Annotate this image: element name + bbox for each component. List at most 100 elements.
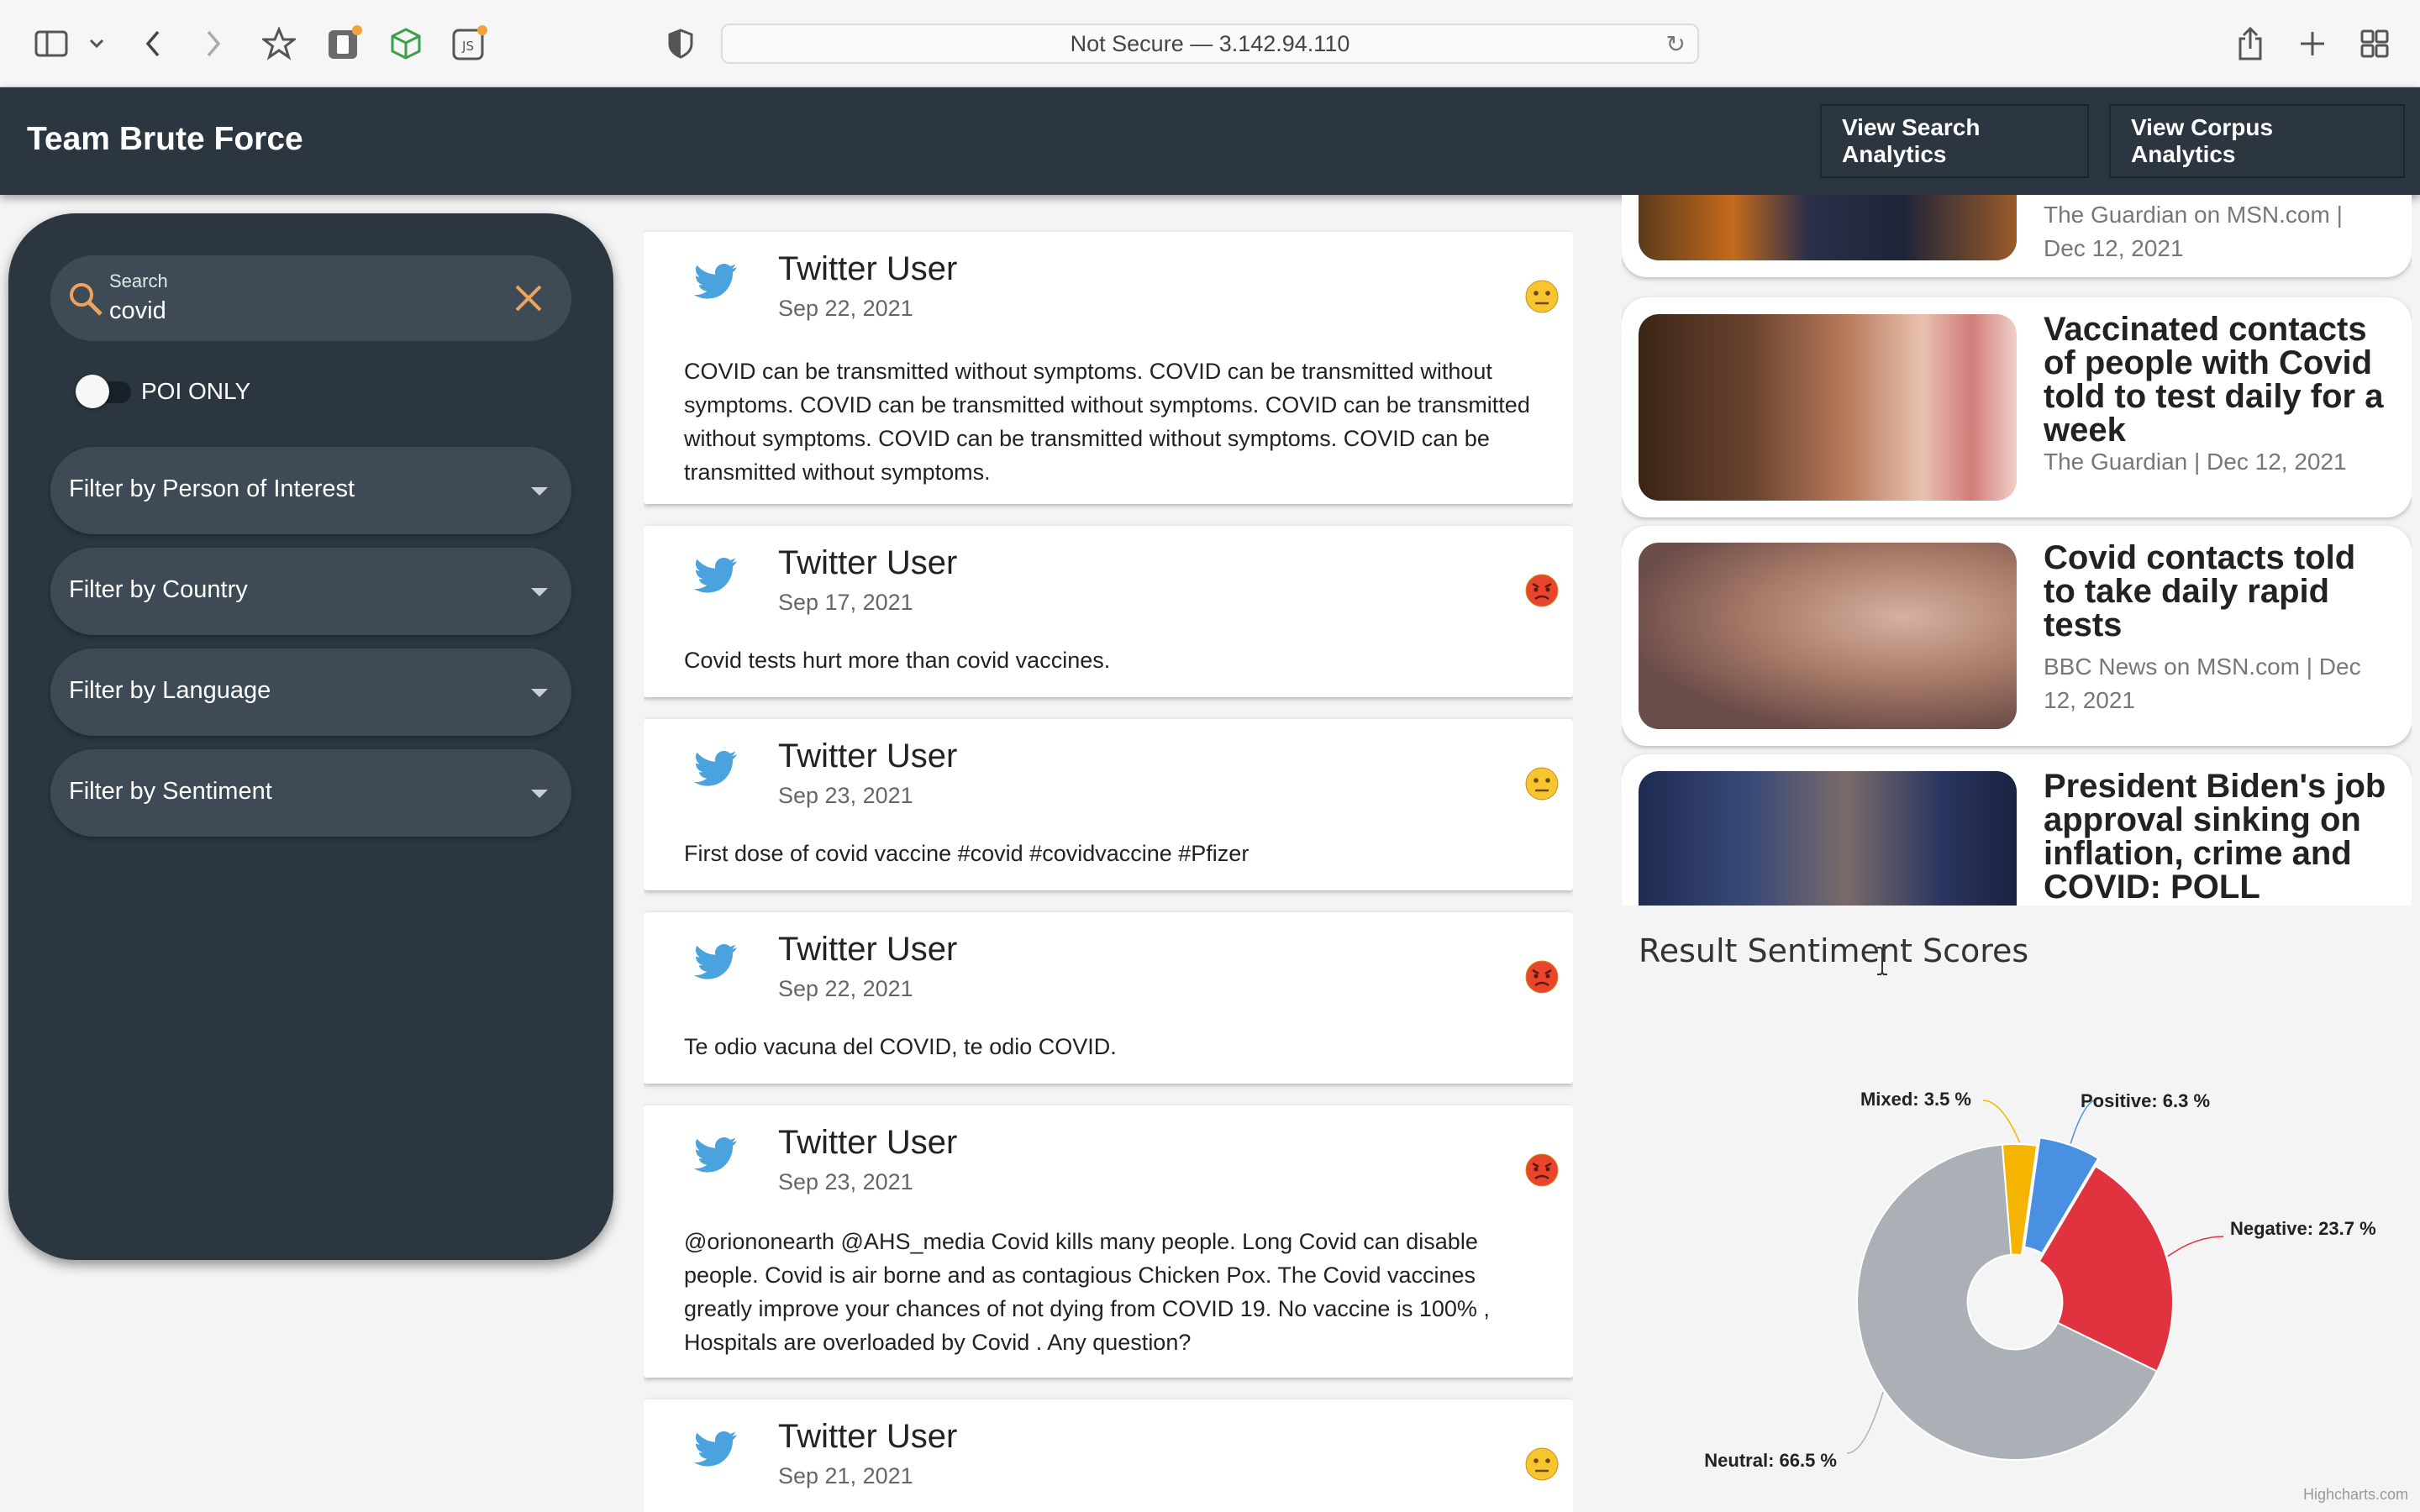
url-text: Not Secure — 3.142.94.110 <box>1070 30 1350 56</box>
address-bar[interactable]: Not Secure — 3.142.94.110 ↻ <box>721 24 1699 64</box>
privacy-shield-icon[interactable] <box>666 22 696 66</box>
news-source: BBC News on MSN.com | Dec 12, 2021 <box>2044 654 2361 713</box>
tweet-user: Twitter User <box>778 1124 958 1161</box>
share-icon[interactable] <box>2233 22 2267 66</box>
news-source: The Guardian on MSN.com | Dec 12, 2021 <box>2044 202 2343 261</box>
data-label-mixed: Mixed: 3.5 % <box>1860 1089 1971 1110</box>
filter-label: Filter by Sentiment <box>69 778 272 805</box>
tweet-text: Te odio vacuna del COVID, te odio COVID. <box>684 1034 1117 1059</box>
extension-cube-icon[interactable] <box>387 22 425 66</box>
news-title[interactable]: President Biden's job approval sinking o… <box>2044 769 2388 904</box>
chevron-down-icon[interactable] <box>84 22 109 66</box>
twitter-bird-icon <box>693 944 737 979</box>
filter-sentiment[interactable]: Filter by Sentiment <box>50 749 571 837</box>
chart-credits[interactable]: Highcharts.com <box>2303 1486 2408 1504</box>
neutral-face-icon <box>1524 1446 1560 1482</box>
tweet-card[interactable]: Twitter User Sep 22, 2021 Te odio vacuna… <box>644 912 1573 1084</box>
poi-only-label: POI ONLY <box>141 378 251 404</box>
filter-label: Filter by Language <box>69 677 271 704</box>
caret-down-icon <box>531 790 548 798</box>
filter-label: Filter by Person of Interest <box>69 475 355 502</box>
bookmark-star-icon[interactable] <box>259 22 299 66</box>
connector-neutral <box>1846 1391 1884 1454</box>
tweet-text: COVID can be transmitted without symptom… <box>684 359 1530 485</box>
view-search-analytics-button[interactable]: View Search Analytics <box>1820 104 2089 178</box>
svg-text:JS: JS <box>461 39 474 54</box>
filter-language[interactable]: Filter by Language <box>50 648 571 736</box>
forward-icon[interactable] <box>195 22 232 66</box>
sentiment-chart: Result Sentiment Scores Positive: 6.3 % N… <box>1622 907 2420 1512</box>
tweet-user: Twitter User <box>778 1418 958 1455</box>
search-label: Search <box>109 270 168 291</box>
tweet-user: Twitter User <box>778 544 958 581</box>
text-cursor-icon <box>1877 947 1887 975</box>
news-title[interactable]: Covid contacts told to take daily rapid … <box>2044 541 2388 642</box>
browser-toolbar: JS Not Secure — 3.142.94.110 ↻ <box>0 0 2420 87</box>
reload-icon[interactable]: ↻ <box>1666 30 1686 58</box>
chart-title: Result Sentiment Scores <box>1639 932 2029 969</box>
search-input[interactable]: Search covid <box>50 255 571 341</box>
news-title[interactable]: Vaccinated contacts of people with Covid… <box>2044 312 2388 447</box>
poi-only-toggle[interactable] <box>67 375 134 408</box>
caret-down-icon <box>531 588 548 596</box>
filter-person-of-interest[interactable]: Filter by Person of Interest <box>50 447 571 534</box>
close-icon[interactable] <box>514 284 543 312</box>
twitter-bird-icon <box>693 264 737 299</box>
filter-sidebar: Search covid POI ONLY Filter by Person o… <box>8 213 613 1260</box>
news-thumbnail <box>1639 314 2017 501</box>
news-card[interactable]: Vaccinated contacts of people with Covid… <box>1622 297 2412 517</box>
twitter-bird-icon <box>693 751 737 786</box>
filter-label: Filter by Country <box>69 576 248 603</box>
tab-overview-icon[interactable] <box>2358 22 2391 66</box>
app-title: Team Brute Force <box>27 121 303 157</box>
sidebar-toggle-icon[interactable] <box>32 22 71 66</box>
connector-mixed <box>1982 1100 2021 1143</box>
tweet-date: Sep 23, 2021 <box>778 783 913 808</box>
tweet-card[interactable]: Twitter User Sep 17, 2021 Covid tests hu… <box>644 526 1573 697</box>
tweet-user: Twitter User <box>778 738 958 774</box>
news-source: The Guardian | Dec 12, 2021 <box>2044 449 2347 475</box>
tweet-text: @oriononearth @AHS_media Covid kills man… <box>684 1229 1490 1355</box>
tweet-text: First dose of covid vaccine #covid #covi… <box>684 841 1249 866</box>
data-label-neutral: Neutral: 66.5 % <box>1704 1450 1837 1471</box>
filter-country[interactable]: Filter by Country <box>50 548 571 635</box>
news-card[interactable]: President Biden's job approval sinking o… <box>1622 754 2412 906</box>
tweet-user: Twitter User <box>778 931 958 968</box>
new-tab-icon[interactable] <box>2296 22 2329 66</box>
news-card[interactable]: The Guardian on MSN.com | Dec 12, 2021 <box>1622 195 2412 277</box>
angry-face-icon <box>1524 959 1560 995</box>
extension-js-icon[interactable]: JS <box>449 22 489 66</box>
news-card[interactable]: Covid contacts told to take daily rapid … <box>1622 526 2412 746</box>
data-label-positive: Positive: 6.3 % <box>2081 1090 2210 1111</box>
news-thumbnail <box>1639 771 2017 906</box>
data-label-negative: Negative: 23.7 % <box>2230 1218 2376 1239</box>
caret-down-icon <box>531 689 548 697</box>
tweet-card[interactable]: Twitter User Sep 23, 2021 First dose of … <box>644 719 1573 890</box>
twitter-bird-icon <box>693 558 737 593</box>
twitter-bird-icon <box>693 1137 737 1173</box>
neutral-face-icon <box>1524 766 1560 801</box>
connector-negative <box>2167 1236 2224 1257</box>
tweet-date: Sep 21, 2021 <box>778 1463 913 1488</box>
news-panel[interactable]: The Guardian on MSN.com | Dec 12, 2021 V… <box>1622 195 2412 906</box>
angry-face-icon <box>1524 573 1560 608</box>
neutral-face-icon <box>1524 279 1560 314</box>
view-corpus-analytics-button[interactable]: View Corpus Analytics <box>2109 104 2405 178</box>
tweet-feed[interactable]: Twitter User Sep 22, 2021 COVID can be t… <box>644 195 1573 1512</box>
caret-down-icon <box>531 487 548 496</box>
tweet-date: Sep 22, 2021 <box>778 976 913 1001</box>
back-icon[interactable] <box>134 22 171 66</box>
news-thumbnail <box>1639 195 2017 260</box>
tweet-date: Sep 23, 2021 <box>778 1169 913 1194</box>
extension-shield-icon[interactable] <box>324 22 363 66</box>
tweet-card[interactable]: Twitter User Sep 23, 2021 @oriononearth … <box>644 1105 1573 1378</box>
app-header: Team Brute Force View Search Analytics V… <box>0 87 2420 195</box>
search-value[interactable]: covid <box>109 297 166 325</box>
search-icon <box>70 283 103 316</box>
tweet-text: Covid tests hurt more than covid vaccine… <box>684 648 1111 673</box>
toggle-knob <box>76 375 109 408</box>
tweet-card[interactable]: Twitter User Sep 21, 2021 <box>644 1399 1573 1512</box>
tweet-date: Sep 22, 2021 <box>778 296 913 321</box>
tweet-user: Twitter User <box>778 250 958 287</box>
tweet-card[interactable]: Twitter User Sep 22, 2021 COVID can be t… <box>644 232 1573 504</box>
